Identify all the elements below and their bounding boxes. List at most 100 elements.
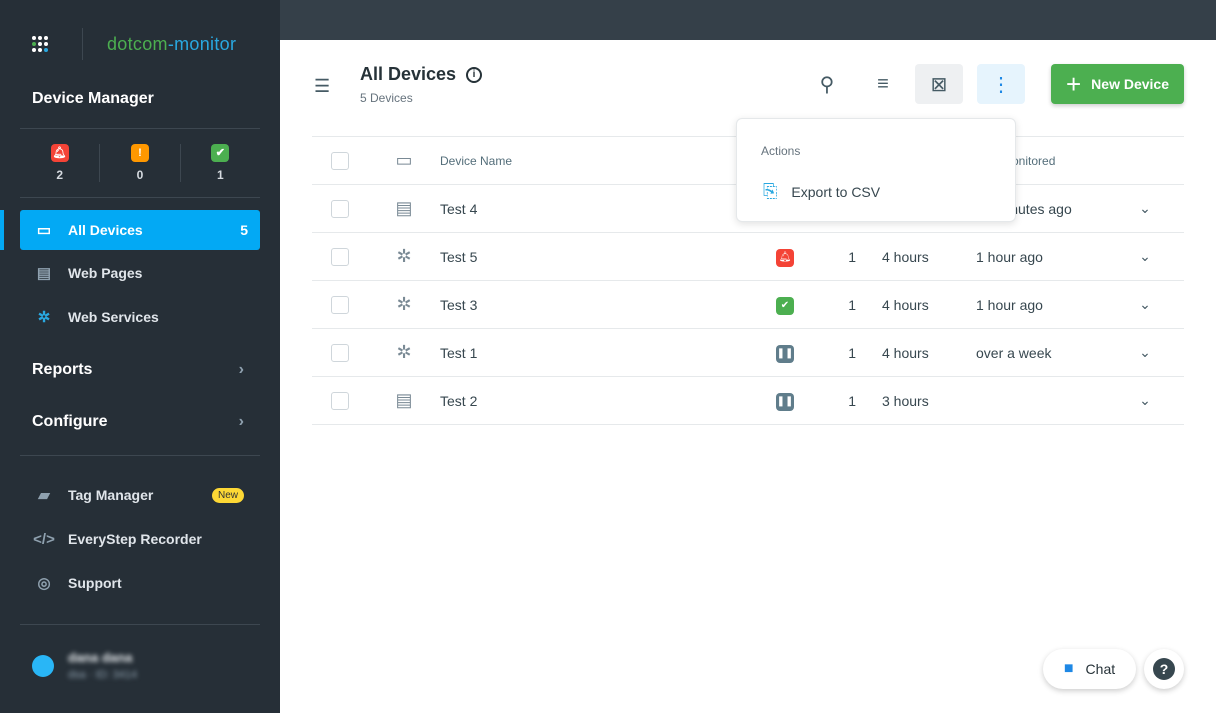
divider	[82, 28, 83, 60]
table-row[interactable]: ✲ Test 1 ❚❚ 1 4 hours over a week ⌄	[312, 328, 1184, 377]
new-badge: New	[211, 487, 244, 503]
device-name[interactable]: Test 1	[440, 328, 776, 377]
active-indicator	[0, 210, 4, 250]
sidebar-item-all-devices[interactable]: ▭ All Devices 5	[20, 210, 260, 250]
divider	[20, 128, 260, 129]
exclamation-icon: !	[130, 144, 149, 162]
alert-icon: 🔔︎	[776, 248, 794, 267]
pause-icon: ❚❚	[776, 344, 794, 363]
table-off-icon: ⊠	[930, 73, 948, 96]
select-all-checkbox[interactable]	[331, 151, 349, 170]
help-button[interactable]: ?	[1144, 649, 1184, 689]
chevron-down-icon[interactable]: ⌄	[1106, 184, 1184, 233]
export-csv-menu-item[interactable]: ⎘ Export to CSV	[763, 181, 880, 202]
device-name[interactable]: Test 5	[440, 232, 776, 281]
search-icon: ⚲	[819, 73, 835, 96]
table-row[interactable]: ✲ Test 5 🔔︎ 1 4 hours 1 hour ago ⌄	[312, 232, 1184, 281]
device-name[interactable]: Test 2	[440, 376, 776, 425]
sidebar-item-web-services[interactable]: ✲ Web Services	[20, 297, 260, 337]
hide-columns-button[interactable]: ⊠	[915, 64, 963, 104]
collapse-sidebar-icon[interactable]: ☰	[314, 76, 330, 97]
frequency: 4 hours	[882, 232, 976, 281]
device-name[interactable]: Test 4	[440, 184, 776, 233]
row-checkbox[interactable]	[331, 391, 349, 410]
ok-count[interactable]: ✔ 1	[181, 144, 260, 182]
network-icon: ✲	[368, 328, 440, 377]
sidebar-item-tag-manager[interactable]: ▰ Tag Manager New	[20, 475, 260, 515]
location-count: 1	[820, 232, 882, 281]
alert-count[interactable]: 🔔︎ 2	[20, 144, 101, 182]
code-icon: </>	[33, 530, 55, 548]
filter-button[interactable]: ≡	[859, 64, 907, 104]
top-bar	[280, 0, 1216, 40]
tag-icon: ▰	[38, 487, 50, 504]
sidebar-section-reports[interactable]: Reports ›	[32, 361, 244, 379]
device-name[interactable]: Test 3	[440, 280, 776, 329]
sidebar-section-configure[interactable]: Configure ›	[32, 413, 244, 431]
chat-icon: ■	[1063, 660, 1074, 677]
divider	[20, 455, 260, 456]
row-checkbox[interactable]	[331, 295, 349, 314]
location-count: 1	[820, 280, 882, 329]
logo[interactable]: dotcom-monitor	[107, 34, 236, 55]
filter-icon: ≡	[877, 72, 889, 95]
network-icon: ✲	[37, 309, 51, 326]
chevron-down-icon[interactable]: ⌄	[1106, 328, 1184, 377]
location-count: 1	[820, 376, 882, 425]
chevron-right-icon: ›	[238, 361, 244, 378]
table-row[interactable]: ✲ Test 3 ✔ 1 4 hours 1 hour ago ⌄	[312, 280, 1184, 329]
chevron-right-icon: ›	[238, 413, 244, 430]
more-actions-button[interactable]: ⋮	[977, 64, 1025, 104]
pause-icon: ❚❚	[776, 392, 794, 411]
last-monitored: 1 hour ago	[976, 232, 1106, 281]
chevron-down-icon[interactable]: ⌄	[1106, 232, 1184, 281]
frequency: 3 hours	[882, 376, 976, 425]
last-monitored: over a week	[976, 328, 1106, 377]
divider	[20, 197, 260, 198]
table-row[interactable]: ▤ Test 2 ❚❚ 1 3 hours ⌄	[312, 376, 1184, 425]
plus-icon: +	[1065, 69, 1082, 99]
devices-icon: ▭	[36, 222, 52, 239]
device-type-icon: ▭	[368, 136, 440, 185]
chevron-down-icon[interactable]: ⌄	[1106, 280, 1184, 329]
check-icon: ✔	[776, 296, 794, 315]
sidebar: dotcom-monitor Device Manager 🔔︎ 2 ! 0 ✔ 1 …	[0, 0, 280, 713]
apps-grid-icon[interactable]	[32, 36, 48, 52]
avatar	[32, 654, 54, 677]
row-checkbox[interactable]	[331, 343, 349, 362]
sidebar-item-web-pages[interactable]: ▤ Web Pages	[20, 253, 260, 293]
more-vertical-icon: ⋮	[991, 73, 1011, 96]
network-icon: ✲	[368, 280, 440, 329]
new-device-button[interactable]: + New Device	[1051, 64, 1184, 104]
chat-button[interactable]: ■ Chat	[1043, 649, 1136, 689]
sidebar-title: Device Manager	[32, 90, 154, 107]
last-monitored: 1 hour ago	[976, 280, 1106, 329]
last-monitored	[976, 376, 1106, 425]
actions-dropdown: Actions ⎘ Export to CSV	[736, 118, 1016, 222]
bell-icon: 🔔︎	[50, 144, 69, 162]
export-file-icon: ⎘	[763, 181, 778, 201]
device-count: 5 Devices	[360, 91, 413, 105]
column-device-name[interactable]: Device Name	[440, 136, 776, 185]
page-title: All Devices i	[360, 64, 483, 85]
frequency: 4 hours	[882, 280, 976, 329]
row-checkbox[interactable]	[331, 199, 349, 218]
search-button[interactable]: ⚲	[803, 64, 851, 104]
check-icon: ✔	[211, 144, 230, 162]
frequency: 4 hours	[882, 328, 976, 377]
lifebuoy-icon: ◎	[37, 575, 51, 592]
browser-window-icon: ▤	[368, 376, 440, 425]
info-icon[interactable]: i	[466, 66, 483, 83]
sidebar-item-everystep-recorder[interactable]: </> EveryStep Recorder	[20, 519, 260, 559]
location-count: 1	[820, 328, 882, 377]
browser-window-icon: ▤	[368, 184, 440, 233]
question-icon: ?	[1153, 658, 1175, 680]
divider	[20, 624, 260, 625]
status-counts: 🔔︎ 2 ! 0 ✔ 1	[20, 144, 260, 182]
user-profile[interactable]: dana dana dsa · ID: 3414	[32, 650, 137, 681]
warning-count[interactable]: ! 0	[100, 144, 181, 182]
browser-window-icon: ▤	[36, 265, 52, 282]
sidebar-item-support[interactable]: ◎ Support	[20, 563, 260, 603]
row-checkbox[interactable]	[331, 247, 349, 266]
chevron-down-icon[interactable]: ⌄	[1106, 376, 1184, 425]
